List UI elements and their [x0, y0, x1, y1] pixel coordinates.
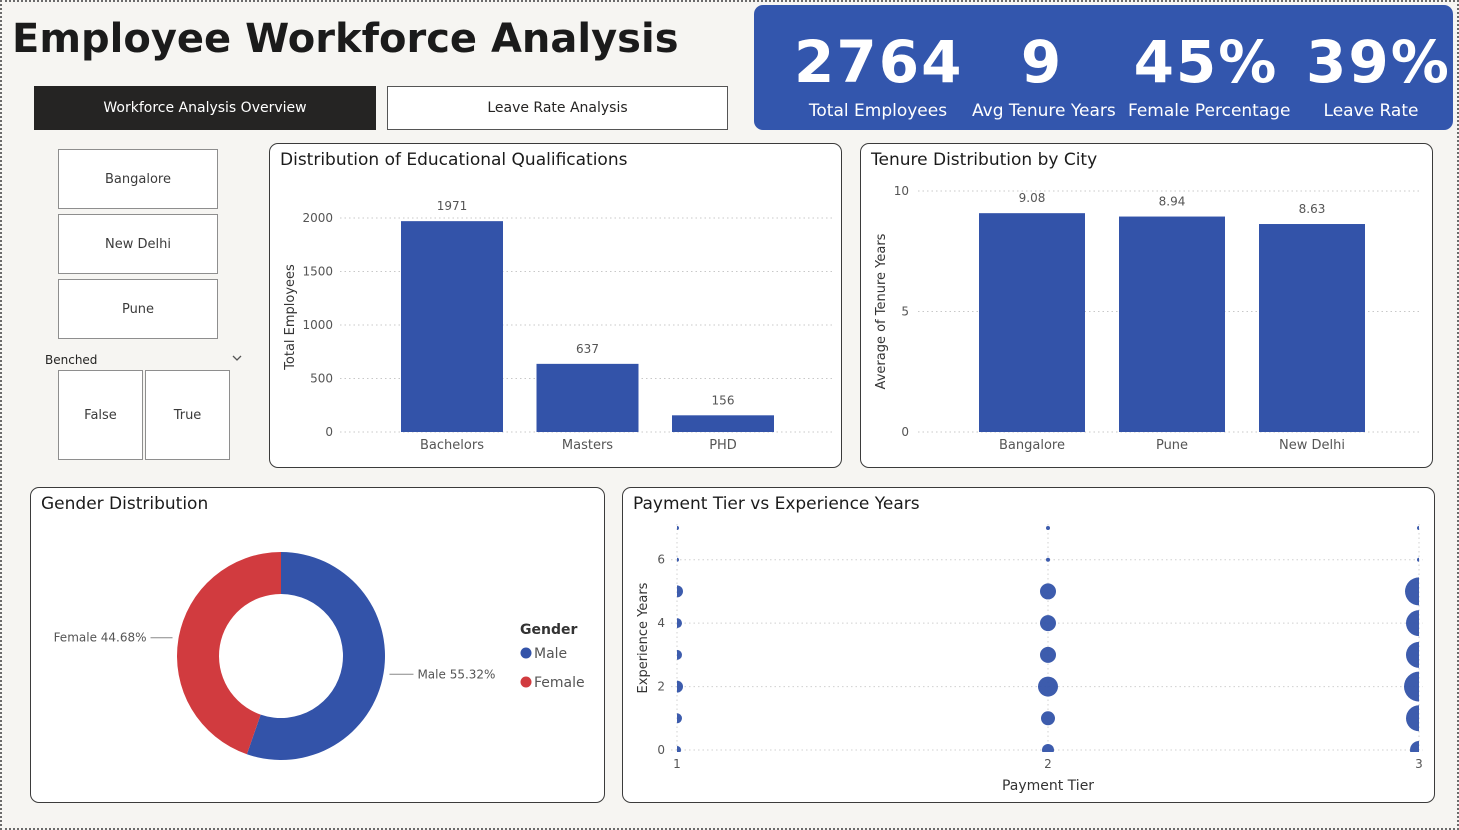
kpi-total-employees: 2764 Total Employees: [794, 5, 962, 130]
kpi-value: 9: [1020, 28, 1064, 96]
scatter-point: [1046, 557, 1050, 562]
y-tick-label: 1500: [302, 265, 333, 279]
x-tick-label: Pune: [1156, 438, 1188, 453]
data-label: 637: [576, 342, 599, 356]
payment-scatter-chart: 0 2 4 6 1 2 3 Experience Years Payment Tier: [636, 524, 1423, 794]
tenure-bar-chart: 0 5 10 Average of Tenure Years 9.08 Bangalore…: [874, 184, 1421, 453]
bar: [1119, 216, 1225, 432]
y-axis-label: Experience Years: [636, 582, 651, 693]
scatter-point: [677, 680, 683, 693]
y-tick-label: 1000: [302, 318, 333, 332]
kpi-value: 45%: [1133, 28, 1279, 96]
data-label: 9.08: [1019, 191, 1046, 205]
bar: [1259, 224, 1365, 432]
x-tick-label: Masters: [562, 438, 613, 453]
y-tick-label: 4: [657, 616, 665, 630]
x-axis-label: Payment Tier: [1002, 778, 1094, 794]
scatter-point: [1405, 577, 1419, 606]
slicer-city-pune[interactable]: Pune: [58, 279, 218, 339]
benched-slicer-header: Benched: [45, 353, 98, 367]
nav-leave-rate-button[interactable]: Leave Rate Analysis: [387, 86, 728, 130]
scatter-point: [677, 526, 679, 530]
legend-title: Gender: [520, 622, 577, 638]
y-tick-label: 10: [894, 184, 909, 198]
report-canvas: Employee Workforce Analysis Workforce An…: [0, 0, 1459, 830]
gender-chart-card[interactable]: Gender Distribution Male 55.32% Female 44…: [30, 487, 605, 803]
scatter-point: [1040, 615, 1056, 632]
x-tick-label: PHD: [709, 438, 737, 453]
legend-label: Male: [534, 646, 567, 662]
kpi-label: Total Employees: [808, 101, 948, 121]
slicer-benched-false[interactable]: False: [58, 370, 143, 460]
legend-label: Female: [534, 675, 585, 691]
slicer-benched-true[interactable]: True: [145, 370, 230, 460]
kpi-value: 2764: [794, 28, 964, 96]
scatter-point: [1404, 671, 1419, 702]
kpi-value: 39%: [1306, 28, 1451, 96]
scatter-point: [1041, 711, 1055, 726]
scatter-point: [1040, 583, 1056, 600]
data-label: 8.63: [1299, 202, 1326, 216]
scatter-point: [1406, 705, 1419, 732]
slicer-city-new-delhi[interactable]: New Delhi: [58, 214, 218, 274]
gender-donut-chart: Male 55.32% Female 44.68% Gender Male Female: [54, 552, 585, 760]
data-label: Female 44.68%: [54, 631, 147, 645]
education-chart-card[interactable]: Distribution of Educational Qualificatio…: [269, 143, 842, 468]
scatter-point: [1417, 557, 1419, 562]
x-tick-label: 2: [1044, 757, 1052, 771]
data-label: 156: [712, 393, 735, 407]
scatter-point: [1417, 526, 1419, 530]
data-label: 8.94: [1159, 195, 1186, 209]
kpi-panel: 2764 Total Employees 9 Avg Tenure Years …: [754, 5, 1453, 130]
legend-marker: [520, 676, 532, 688]
page-title: Employee Workforce Analysis: [12, 16, 679, 62]
slicer-city-bangalore[interactable]: Bangalore: [58, 149, 218, 209]
y-tick-label: 2000: [302, 211, 333, 225]
y-axis-label: Total Employees: [283, 264, 298, 371]
scatter-point: [677, 746, 681, 752]
y-tick-label: 0: [901, 425, 909, 439]
scatter-point: [677, 585, 683, 598]
data-label: Male 55.32%: [417, 667, 495, 681]
scatter-point: [677, 713, 682, 724]
kpi-female-percentage: 45% Female Percentage: [1128, 5, 1291, 130]
scatter-point: [1042, 744, 1054, 752]
x-tick-label: Bachelors: [420, 438, 484, 453]
y-tick-label: 2: [657, 680, 665, 694]
x-tick-label: Bangalore: [999, 438, 1065, 453]
bar: [672, 415, 774, 432]
scatter-point: [1406, 610, 1419, 637]
y-tick-label: 6: [657, 553, 665, 567]
kpi-label: Avg Tenure Years: [972, 101, 1116, 121]
kpi-leave-rate: 39% Leave Rate: [1306, 5, 1451, 130]
bar: [979, 213, 1085, 432]
y-tick-label: 0: [657, 743, 665, 757]
kpi-label: Female Percentage: [1128, 101, 1291, 121]
x-tick-label: New Delhi: [1279, 438, 1345, 453]
chevron-down-icon[interactable]: [230, 351, 244, 365]
kpi-avg-tenure: 9 Avg Tenure Years: [972, 5, 1116, 130]
kpi-label: Leave Rate: [1323, 101, 1419, 121]
scatter-point: [1046, 526, 1050, 530]
scatter-point: [677, 618, 682, 629]
y-tick-label: 500: [310, 372, 333, 386]
data-label: 1971: [437, 199, 468, 213]
x-tick-label: 1: [673, 757, 681, 771]
y-axis-label: Average of Tenure Years: [874, 233, 889, 389]
scatter-point: [1038, 676, 1058, 697]
payment-chart-card[interactable]: Payment Tier vs Experience Years 0246123…: [622, 487, 1435, 803]
y-tick-label: 5: [901, 305, 909, 319]
scatter-point: [1040, 646, 1056, 663]
x-tick-label: 3: [1415, 757, 1423, 771]
scatter-point: [677, 649, 682, 660]
legend-marker: [520, 647, 532, 659]
y-tick-label: 0: [325, 425, 333, 439]
scatter-point: [1406, 641, 1419, 668]
tenure-chart-card[interactable]: Tenure Distribution by City 0 5 10 Average …: [860, 143, 1433, 468]
education-bar-chart: 0 500 1000 1500 2000 Total Employees 1971 Bache…: [283, 199, 832, 453]
bar: [401, 221, 503, 432]
bar: [536, 363, 639, 432]
nav-workforce-overview-button[interactable]: Workforce Analysis Overview: [34, 86, 376, 130]
